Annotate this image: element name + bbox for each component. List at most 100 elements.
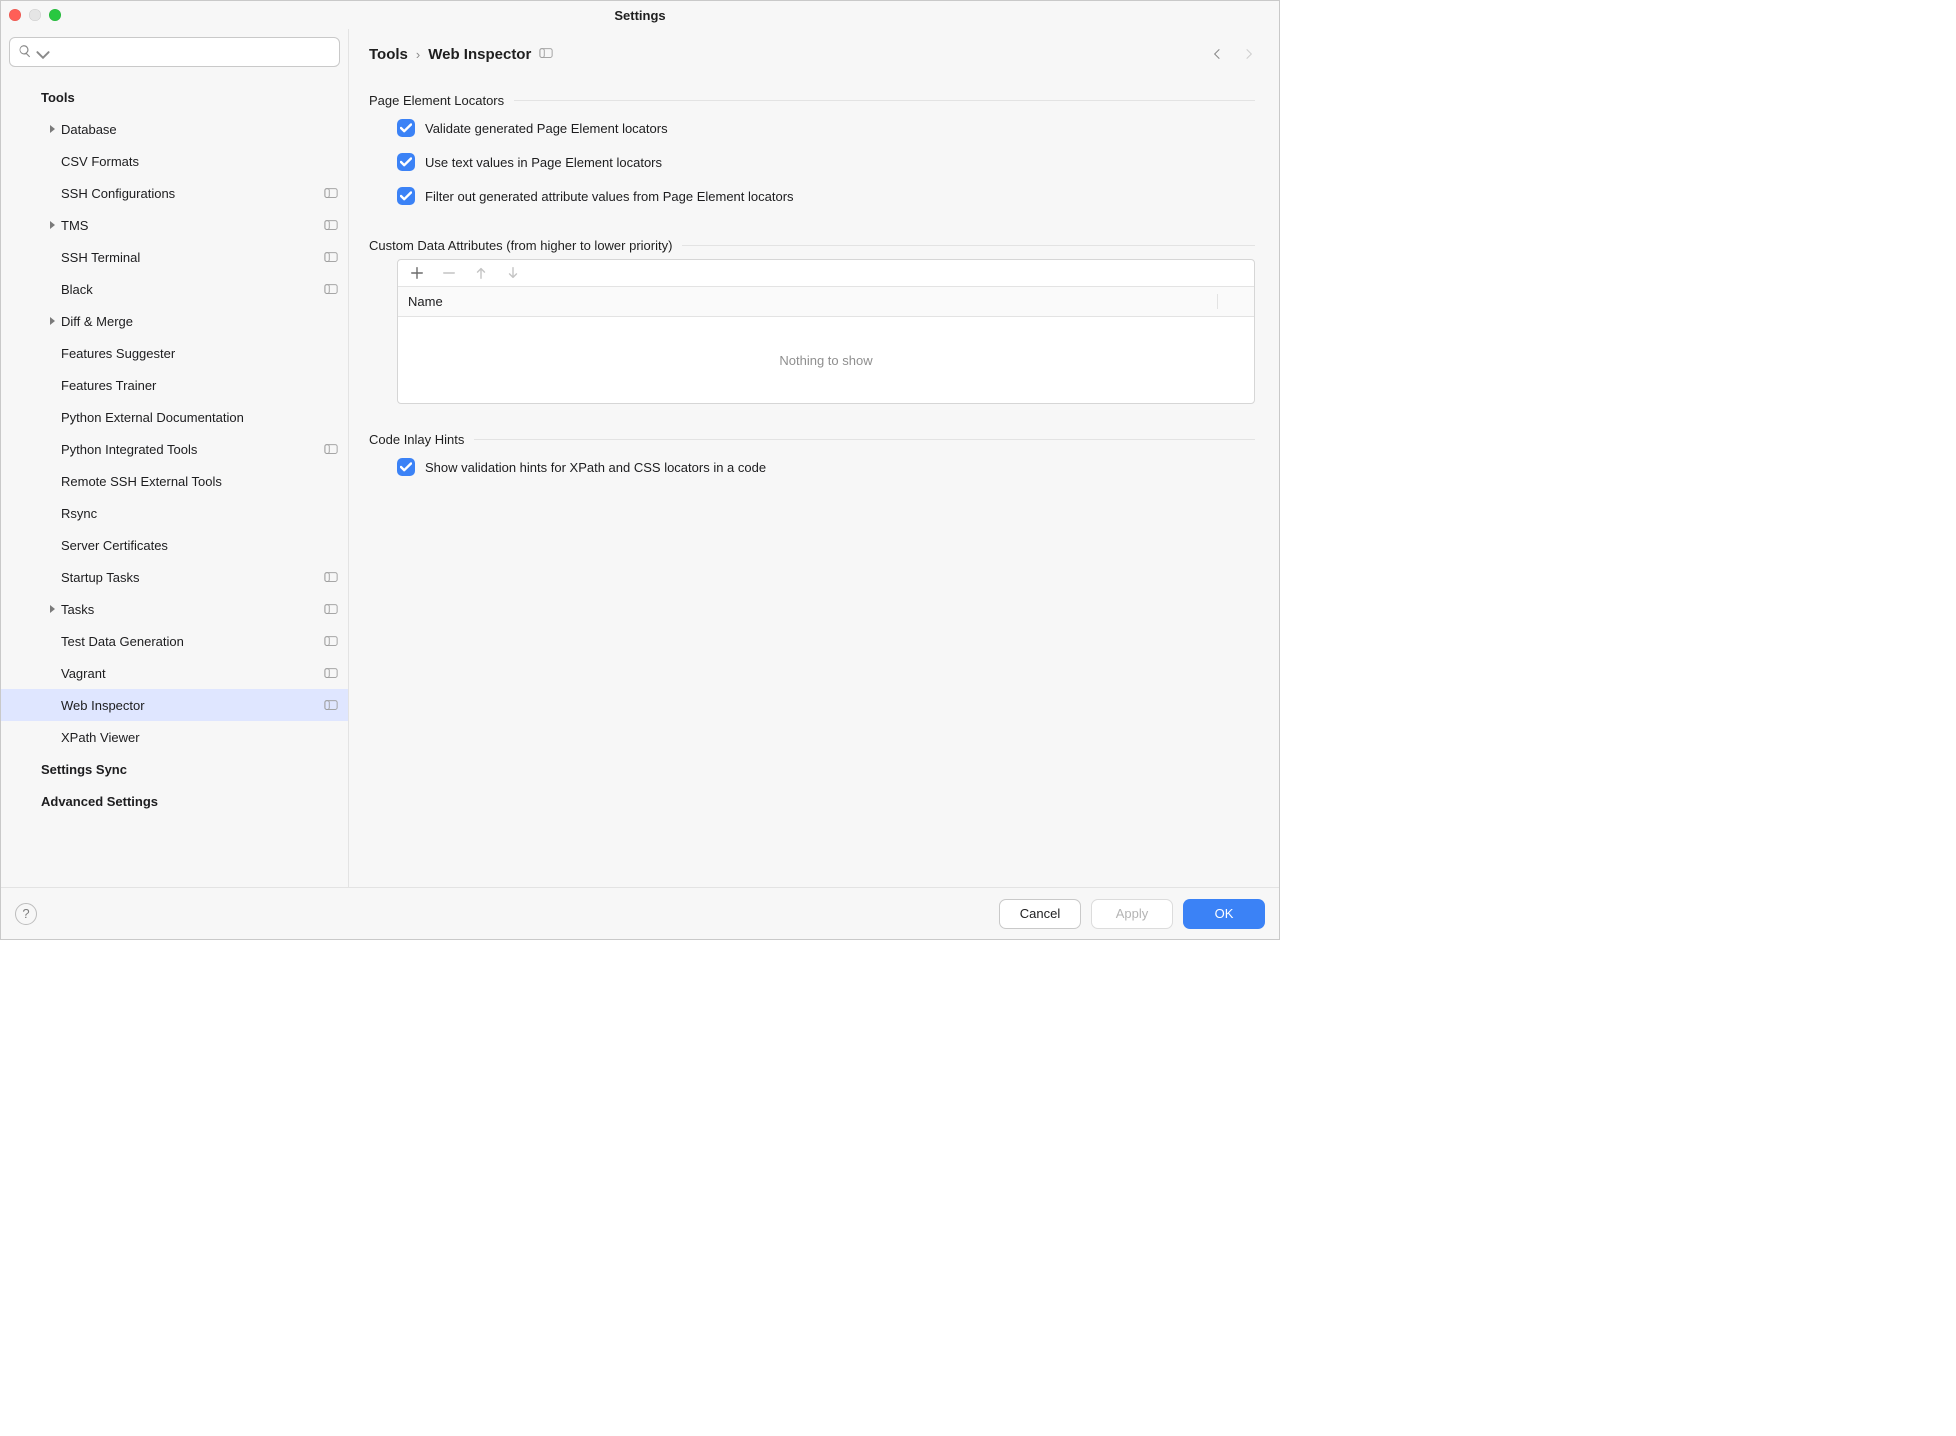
divider [514,100,1255,101]
section-code-inlay-hints: Code Inlay Hints Show validation hints f… [369,432,1255,481]
tree-item-server-certificates[interactable]: Server Certificates [1,529,348,561]
checkbox[interactable] [397,153,415,171]
tree-item-label: Settings Sync [41,762,338,777]
column-header-name[interactable]: Name [398,294,1218,309]
breadcrumb-separator: › [416,47,420,62]
tree-item-ssh-configurations[interactable]: SSH Configurations [1,177,348,209]
section-title-cih: Code Inlay Hints [369,432,464,447]
table-head: Name [398,287,1254,317]
project-badge-icon [324,667,338,679]
tree-item-xpath-viewer[interactable]: XPath Viewer [1,721,348,753]
tree-item-tms[interactable]: TMS [1,209,348,241]
breadcrumb-bar: Tools › Web Inspector [349,29,1279,73]
section-title-pel: Page Element Locators [369,93,504,108]
ok-button[interactable]: OK [1183,899,1265,929]
window-controls [9,9,61,21]
checkbox-row: Validate generated Page Element locators [397,114,1255,142]
settings-tree[interactable]: Tools DatabaseCSV Formats SSH Configuratio… [1,75,348,887]
search-wrap [1,29,348,75]
tree-item-label: Startup Tasks [61,570,324,585]
tree-item-tools[interactable]: Tools [1,81,348,113]
tree-item-python-integrated-tools[interactable]: Python Integrated Tools [1,433,348,465]
tree-item-label: Black [61,282,324,297]
checkbox[interactable] [397,458,415,476]
search-input[interactable] [50,45,331,60]
project-badge-icon [324,699,338,711]
tree-item-features-suggester[interactable]: Features Suggester [1,337,348,369]
nav-back-button[interactable] [1207,43,1229,65]
checkbox[interactable] [397,187,415,205]
tree-item-database[interactable]: Database [1,113,348,145]
tree-item-ssh-terminal[interactable]: SSH Terminal [1,241,348,273]
project-badge-icon [324,635,338,647]
tree-item-csv-formats[interactable]: CSV Formats [1,145,348,177]
tree-item-python-external-documentation[interactable]: Python External Documentation [1,401,348,433]
sidebar: Tools DatabaseCSV Formats SSH Configuratio… [1,29,349,887]
maximize-window-button[interactable] [49,9,61,21]
search-box[interactable] [9,37,340,67]
tree-item-diff-merge[interactable]: Diff & Merge [1,305,348,337]
tree-item-label: Server Certificates [61,538,338,553]
main-panel: Tools › Web Inspector Page Element Locat [349,29,1279,887]
breadcrumb-parent[interactable]: Tools [369,46,408,63]
add-row-button[interactable] [408,264,426,282]
tree-item-label: Features Suggester [61,346,338,361]
tree-item-label: XPath Viewer [61,730,338,745]
custom-attributes-table: Name Nothing to show [397,259,1255,404]
section-title-cda: Custom Data Attributes (from higher to l… [369,238,672,253]
tree-item-label: Python Integrated Tools [61,442,324,457]
cancel-button[interactable]: Cancel [999,899,1081,929]
tree-item-vagrant[interactable]: Vagrant [1,657,348,689]
apply-button: Apply [1091,899,1173,929]
project-badge-icon [324,219,338,231]
tree-item-black[interactable]: Black [1,273,348,305]
checkbox-label[interactable]: Filter out generated attribute values fr… [425,189,794,204]
checkbox-row: Filter out generated attribute values fr… [397,182,1255,210]
tree-item-label: Web Inspector [61,698,324,713]
checkbox-label[interactable]: Validate generated Page Element locators [425,121,668,136]
project-badge-icon [324,187,338,199]
tree-item-web-inspector[interactable]: Web Inspector [1,689,348,721]
tree-item-label: Advanced Settings [41,794,338,809]
nav-forward-button [1237,43,1259,65]
project-badge-icon [324,571,338,583]
move-down-button [504,264,522,282]
tree-item-test-data-generation[interactable]: Test Data Generation [1,625,348,657]
tree-item-rsync[interactable]: Rsync [1,497,348,529]
checkbox-label[interactable]: Show validation hints for XPath and CSS … [425,460,766,475]
checkbox-label[interactable]: Use text values in Page Element locators [425,155,662,170]
expand-arrow-icon[interactable] [43,604,61,614]
tree-item-startup-tasks[interactable]: Startup Tasks [1,561,348,593]
minimize-window-button[interactable] [29,9,41,21]
section-custom-data-attributes: Custom Data Attributes (from higher to l… [369,238,1255,404]
search-icon [18,44,32,61]
tree-item-remote-ssh-external-tools[interactable]: Remote SSH External Tools [1,465,348,497]
project-badge-icon [324,443,338,455]
tree-item-label: Diff & Merge [61,314,338,329]
table-toolbar [398,260,1254,287]
close-window-button[interactable] [9,9,21,21]
tree-item-label: Test Data Generation [61,634,324,649]
help-button[interactable]: ? [15,903,37,925]
project-badge-icon [324,603,338,615]
titlebar: Settings [1,1,1279,29]
checkbox[interactable] [397,119,415,137]
tree-item-tasks[interactable]: Tasks [1,593,348,625]
checkbox-row: Show validation hints for XPath and CSS … [397,453,1255,481]
tree-item-label: Tools [41,90,338,105]
tree-item-label: Remote SSH External Tools [61,474,338,489]
breadcrumb-current: Web Inspector [428,46,531,63]
content: Page Element Locators Validate generated… [349,73,1279,887]
tree-item-advanced-settings[interactable]: Advanced Settings [1,785,348,817]
project-badge-icon [324,283,338,295]
expand-arrow-icon[interactable] [43,124,61,134]
tree-item-features-trainer[interactable]: Features Trainer [1,369,348,401]
tree-item-label: SSH Configurations [61,186,324,201]
search-options-chevron-icon[interactable] [36,48,44,56]
tree-item-label: Tasks [61,602,324,617]
checkbox-row: Use text values in Page Element locators [397,148,1255,176]
expand-arrow-icon[interactable] [43,220,61,230]
window-title: Settings [1,8,1279,23]
expand-arrow-icon[interactable] [43,316,61,326]
tree-item-settings-sync[interactable]: Settings Sync [1,753,348,785]
